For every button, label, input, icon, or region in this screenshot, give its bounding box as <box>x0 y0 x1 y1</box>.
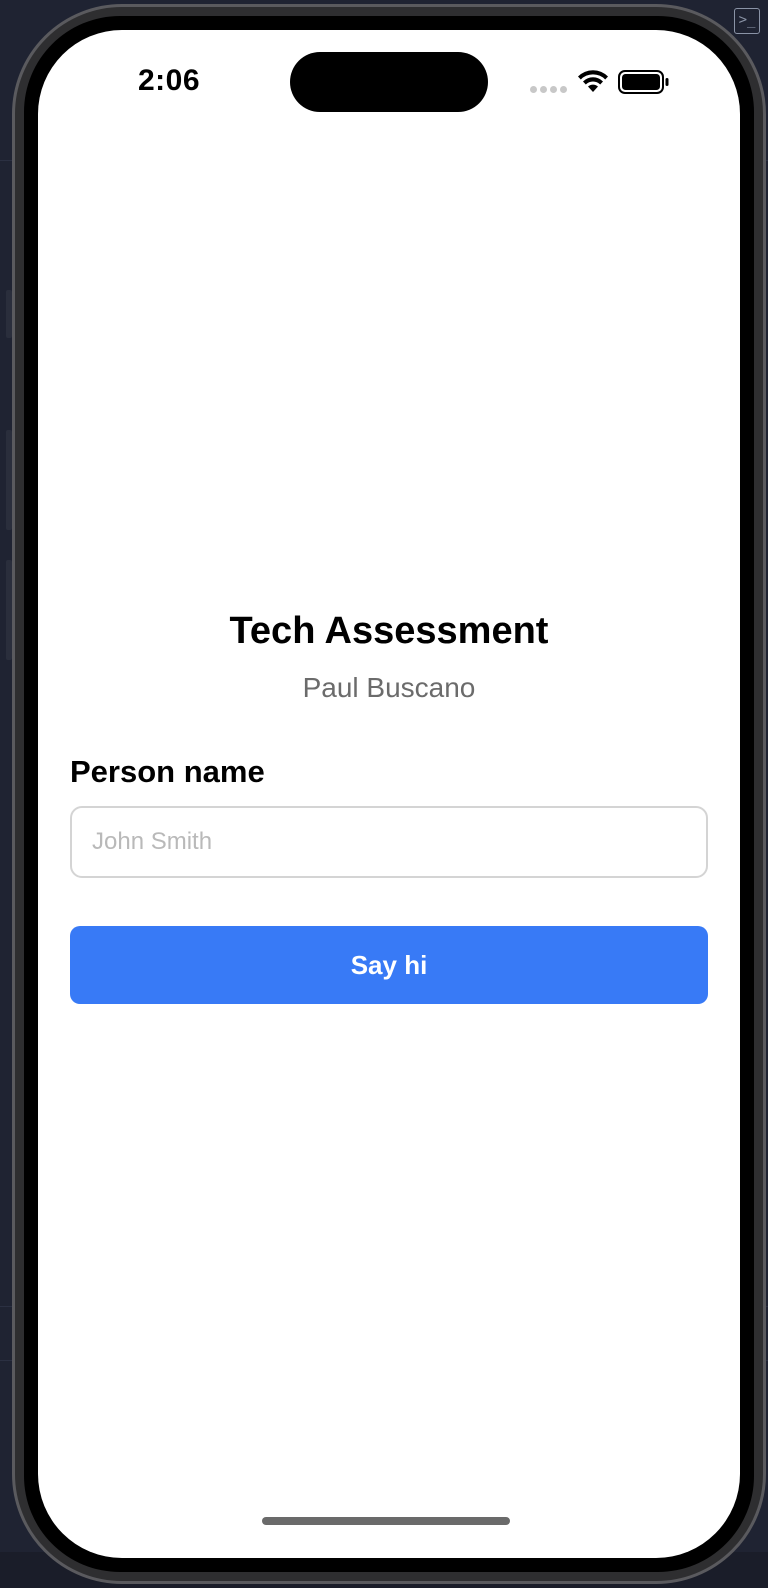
app-screen: 2:06 Tech Assessment Paul Buscano Person… <box>38 30 740 1558</box>
person-name-input[interactable] <box>70 806 708 878</box>
wifi-icon <box>578 70 608 92</box>
status-bar-time: 2:06 <box>138 64 201 97</box>
signal-dots-icon <box>530 86 570 94</box>
home-indicator[interactable] <box>262 1517 510 1525</box>
say-hi-button[interactable]: Say hi <box>70 926 708 1004</box>
page-subtitle: Paul Buscano <box>302 672 476 703</box>
person-name-label: Person name <box>70 754 265 789</box>
terminal-icon[interactable]: >_ <box>734 8 760 34</box>
battery-icon <box>618 70 669 94</box>
dynamic-island <box>290 52 488 112</box>
page-title: Tech Assessment <box>229 610 549 652</box>
